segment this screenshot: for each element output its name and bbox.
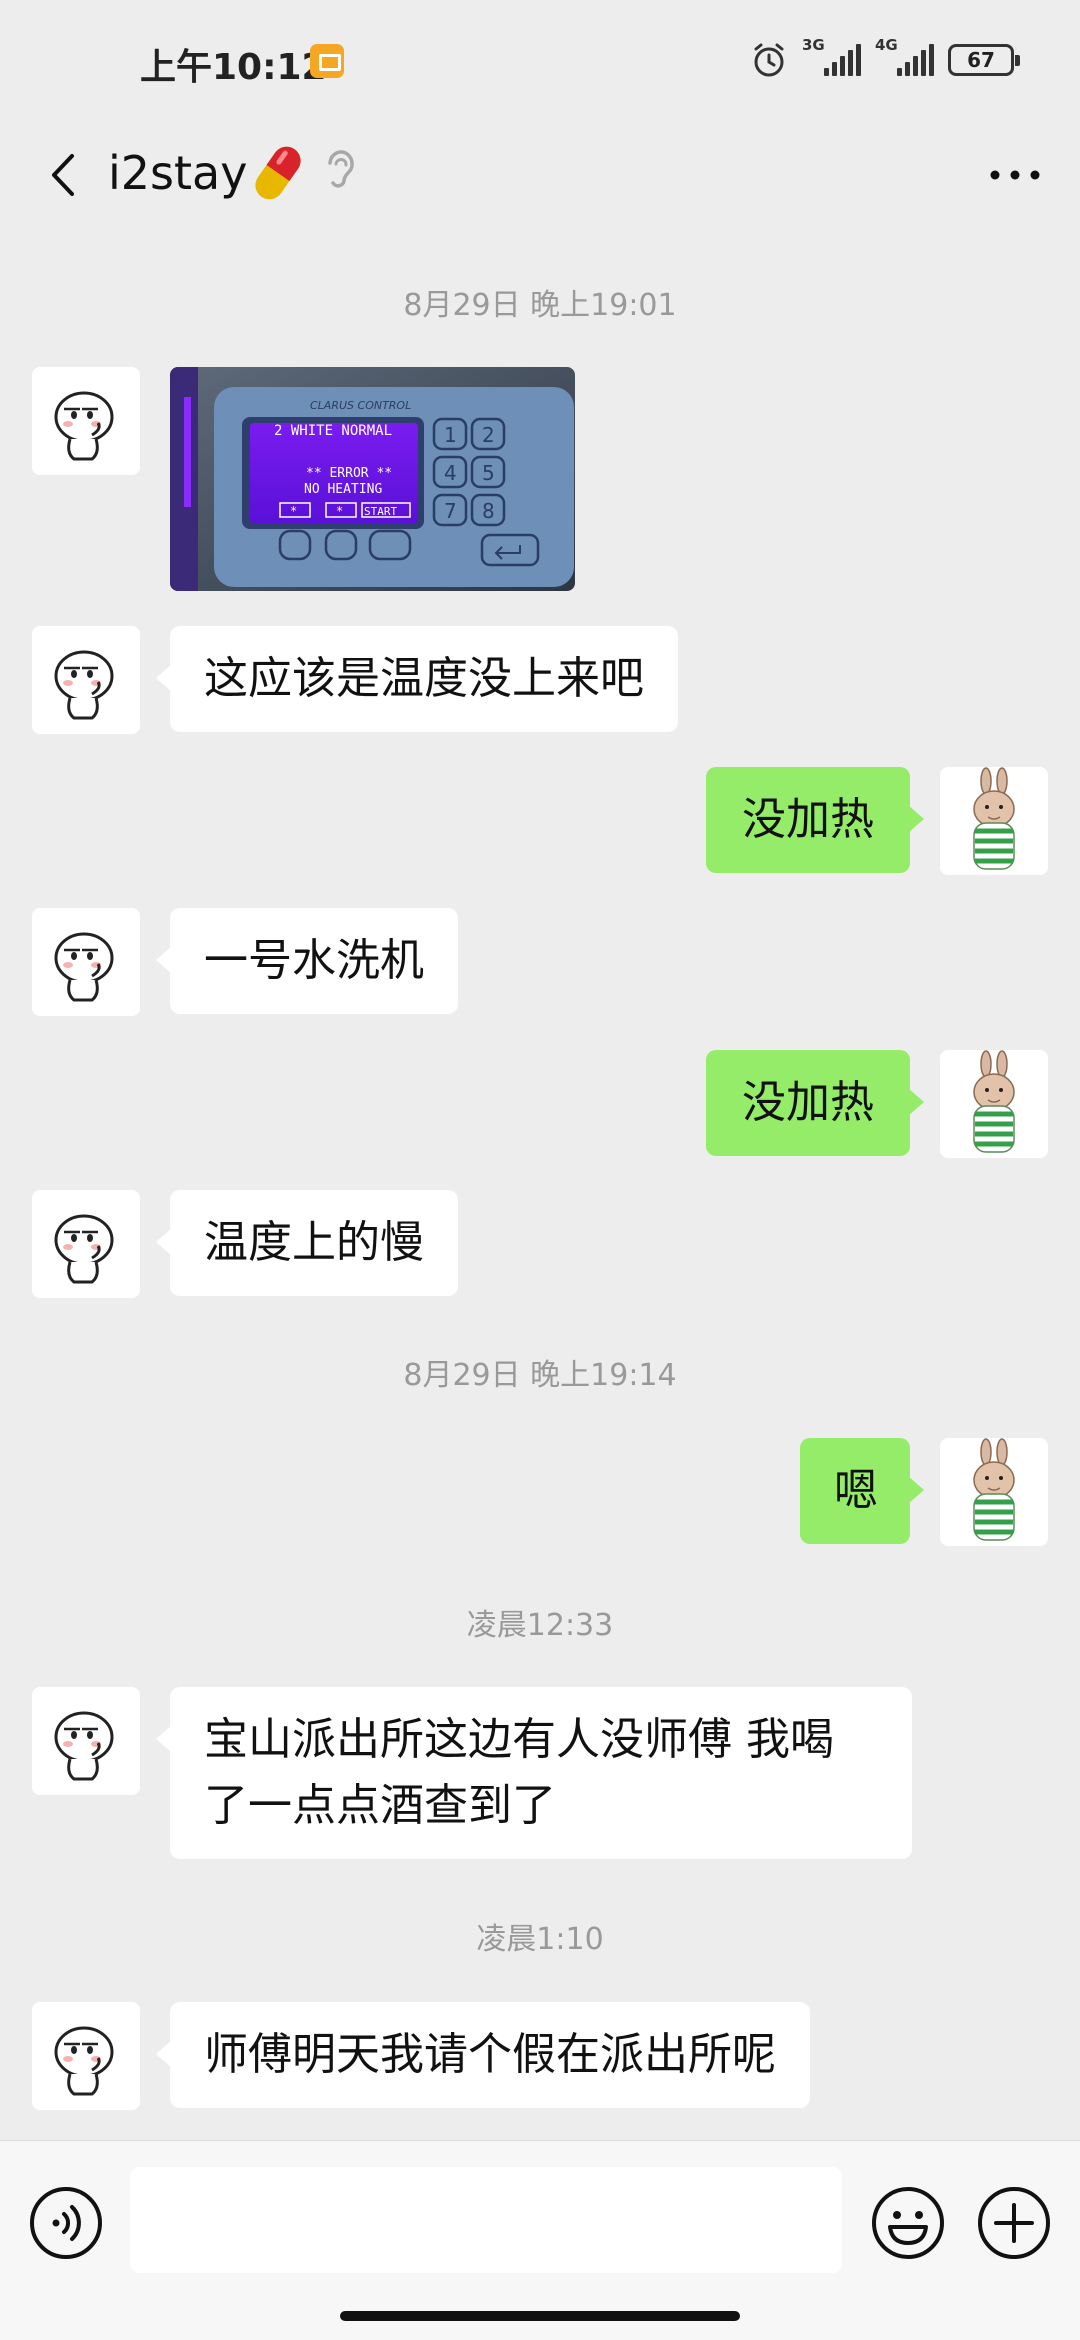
notification-icon xyxy=(310,44,344,78)
lcd-line-3: NO HEATING xyxy=(304,482,382,497)
signal-4g-icon: 4G xyxy=(875,36,934,76)
lcd-line-1: 2 WHITE NORMAL xyxy=(274,423,392,439)
status-time: 上午10:12 xyxy=(140,47,327,88)
my-avatar[interactable] xyxy=(940,767,1048,875)
contact-avatar-image xyxy=(54,1711,114,1781)
message-text: 没加热 xyxy=(742,794,874,845)
signal-3g-label: 3G xyxy=(802,36,825,54)
incoming-message[interactable]: 一号水洗机 xyxy=(156,908,458,1014)
emoji-button[interactable] xyxy=(870,2185,946,2261)
input-bar xyxy=(0,2140,1080,2340)
my-avatar[interactable] xyxy=(940,1050,1048,1158)
keypad-5: 5 xyxy=(482,461,495,485)
timestamp: 凌晨1:10 xyxy=(476,1922,604,1957)
status-bar: 上午10:12 3G 4G 67 xyxy=(0,0,1080,120)
voice-input-button[interactable] xyxy=(28,2185,104,2261)
message-input[interactable] xyxy=(130,2167,842,2273)
photo-message[interactable]: CLARUS CONTROL 2 WHITE NORMAL ** ERROR *… xyxy=(170,367,575,591)
my-avatar-image xyxy=(973,767,1015,870)
lcd-key-2: * xyxy=(336,504,343,518)
timestamp: 8月29日 晚上19:14 xyxy=(403,1358,677,1393)
message-text-line: 宝山派出所这边有人没师傅 我喝 xyxy=(204,1714,834,1765)
home-indicator[interactable] xyxy=(340,2311,740,2321)
outgoing-message[interactable]: 嗯 xyxy=(800,1438,924,1544)
message-text: 一号水洗机 xyxy=(204,935,424,986)
outgoing-message[interactable]: 没加热 xyxy=(706,767,924,873)
message-text: 这应该是温度没上来吧 xyxy=(204,653,644,704)
message-text: 温度上的慢 xyxy=(204,1217,424,1268)
contact-avatar-image xyxy=(54,650,114,720)
chat-title[interactable]: i2stay xyxy=(108,138,247,208)
keypad-1: 1 xyxy=(444,423,457,447)
contact-avatar-image xyxy=(54,932,114,1002)
incoming-message[interactable]: 宝山派出所这边有人没师傅 我喝 了一点点酒查到了 xyxy=(156,1687,912,1859)
lcd-line-2: ** ERROR ** xyxy=(306,466,392,481)
battery-icon: 67 xyxy=(948,44,1020,76)
contact-avatar[interactable] xyxy=(32,367,140,475)
contact-avatar-image xyxy=(54,1214,114,1284)
pill-icon xyxy=(255,146,301,200)
lcd-key-1: * xyxy=(290,504,297,518)
message-text: 嗯 xyxy=(834,1465,878,1516)
contact-avatar-image xyxy=(54,391,114,461)
incoming-message[interactable]: 温度上的慢 xyxy=(156,1190,458,1296)
message-text-line: 了一点点酒查到了 xyxy=(204,1780,556,1831)
contact-avatar[interactable] xyxy=(32,1687,140,1795)
signal-3g-icon: 3G xyxy=(802,36,861,76)
keypad-4: 4 xyxy=(444,461,457,485)
contact-avatar[interactable] xyxy=(32,908,140,1016)
keypad-2: 2 xyxy=(482,423,495,447)
my-avatar-image xyxy=(973,1438,1015,1541)
chat-header: i2stay xyxy=(0,120,1080,230)
timestamp: 凌晨12:33 xyxy=(466,1608,614,1643)
contact-avatar[interactable] xyxy=(32,2002,140,2110)
incoming-message[interactable]: 师傅明天我请个假在派出所呢 xyxy=(156,2002,810,2108)
contact-avatar-image xyxy=(54,2026,114,2096)
battery-level: 67 xyxy=(967,48,995,72)
message-text: 师傅明天我请个假在派出所呢 xyxy=(204,2029,776,2080)
alarm-icon xyxy=(754,43,784,77)
my-avatar-image xyxy=(973,1050,1015,1153)
status-indicators: 3G 4G 67 xyxy=(750,36,1020,80)
contact-avatar[interactable] xyxy=(32,1190,140,1298)
more-options-button[interactable] xyxy=(980,140,1050,210)
my-avatar[interactable] xyxy=(940,1438,1048,1546)
more-functions-button[interactable] xyxy=(976,2185,1052,2261)
message-list[interactable]: 8月29日 晚上19:01 CLARUS CONTROL 2 WHITE NOR… xyxy=(0,230,1080,2140)
back-button[interactable] xyxy=(30,140,100,210)
photo-control-panel: CLARUS CONTROL 2 WHITE NORMAL ** ERROR *… xyxy=(170,367,575,591)
panel-brand: CLARUS CONTROL xyxy=(310,399,411,412)
incoming-message[interactable]: 这应该是温度没上来吧 xyxy=(156,626,678,732)
contact-avatar[interactable] xyxy=(32,626,140,734)
ear-icon xyxy=(328,150,354,188)
keypad-7: 7 xyxy=(444,499,457,523)
outgoing-message[interactable]: 没加热 xyxy=(706,1050,924,1156)
lcd-key-3: START xyxy=(364,505,397,518)
signal-4g-label: 4G xyxy=(875,36,898,54)
message-text: 没加热 xyxy=(742,1077,874,1128)
timestamp: 8月29日 晚上19:01 xyxy=(403,288,677,323)
keypad-8: 8 xyxy=(482,499,495,523)
